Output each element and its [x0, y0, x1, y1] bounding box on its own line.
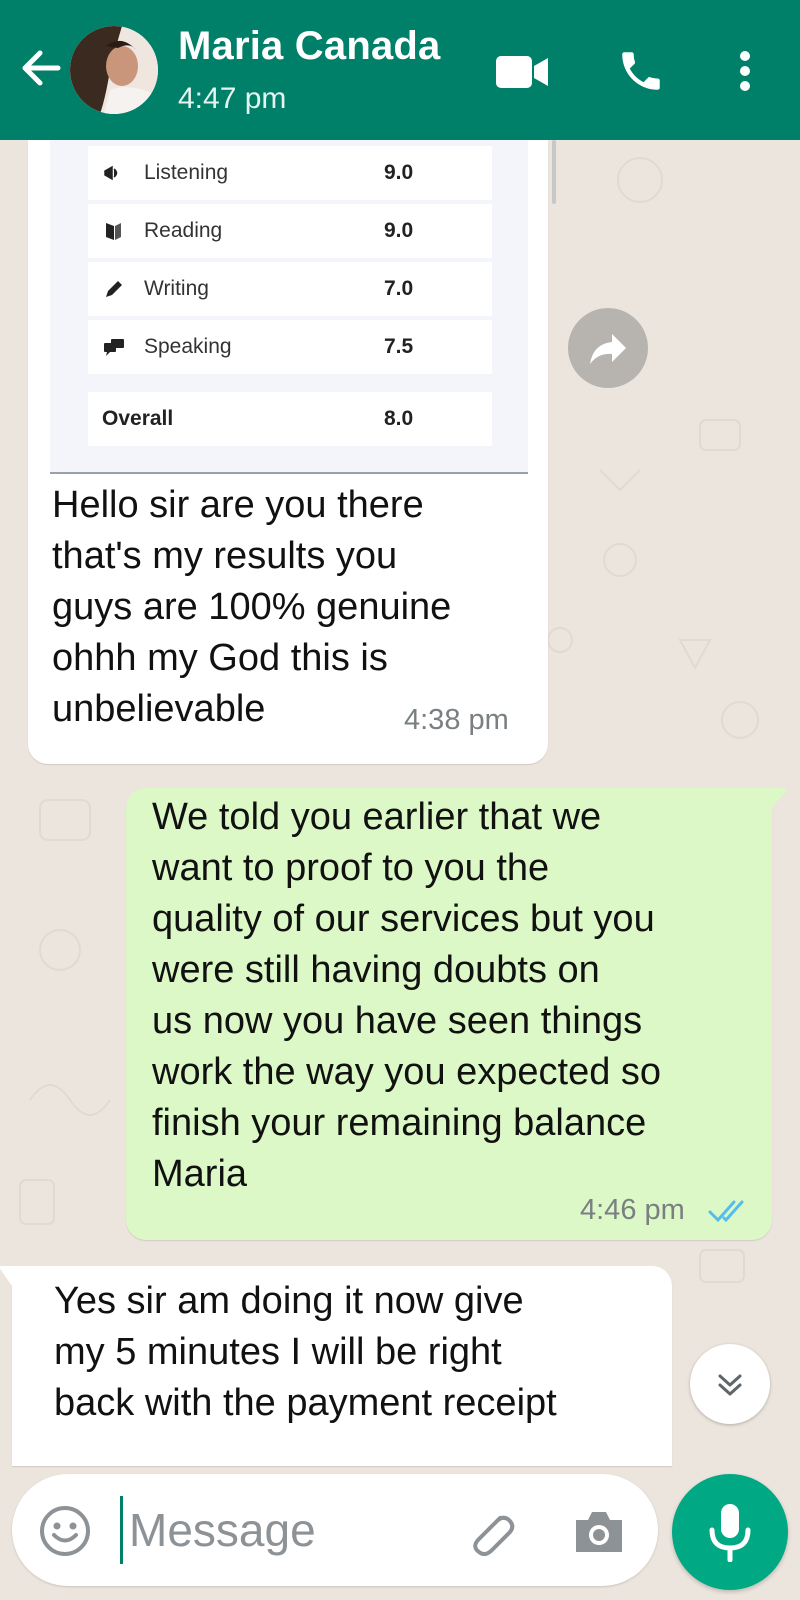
score-value: 7.5: [384, 335, 414, 358]
overall-label: Overall: [102, 407, 174, 430]
message-line: back with the payment receipt: [54, 1382, 557, 1424]
microphone-icon: [709, 1504, 751, 1562]
score-row-writing: Writing 7.0: [88, 262, 492, 316]
message-input[interactable]: [120, 1496, 449, 1564]
message-line: guys are 100% genuine: [52, 586, 452, 628]
message-line: Maria: [152, 1153, 248, 1195]
message-composer: [12, 1474, 658, 1586]
message-text: Hello sir are you there that's my result…: [52, 480, 451, 735]
score-label: Speaking: [144, 335, 232, 358]
writing-icon: [102, 277, 126, 301]
message-line: We told you earlier that we: [152, 796, 602, 838]
overall-value: 8.0: [384, 407, 414, 430]
camera-icon[interactable]: [572, 1508, 626, 1556]
voice-call-icon[interactable]: [616, 46, 666, 96]
emoji-icon[interactable]: [38, 1504, 92, 1558]
message-time: 4:46 pm: [580, 1194, 685, 1226]
message-line: finish your remaining balance: [152, 1102, 647, 1144]
avatar[interactable]: [70, 26, 158, 114]
message-line: want to proof to you the: [152, 847, 550, 889]
forward-button[interactable]: [568, 308, 648, 388]
video-call-icon[interactable]: [494, 50, 550, 94]
score-label: Writing: [144, 277, 209, 300]
outgoing-message-bubble[interactable]: We told you earlier that we want to proo…: [126, 788, 788, 1240]
score-row-overall: Overall 8.0: [88, 392, 492, 446]
microphone-button[interactable]: [672, 1474, 788, 1590]
incoming-message-bubble[interactable]: Listening 9.0 Reading 9.0 Writing 7.0 Sp…: [28, 140, 556, 764]
score-value: 9.0: [384, 219, 414, 242]
forward-icon: [590, 334, 626, 364]
incoming-message-bubble[interactable]: Yes sir am doing it now give my 5 minute…: [0, 1266, 672, 1466]
read-receipt-icon: [708, 1196, 752, 1226]
bubble-tail: [0, 1266, 12, 1286]
score-value: 7.0: [384, 277, 414, 300]
speaking-icon: [102, 335, 126, 359]
contact-name[interactable]: Maria Canada: [178, 24, 441, 69]
message-text: Yes sir am doing it now give my 5 minute…: [54, 1276, 557, 1429]
message-line: Hello sir are you there: [52, 484, 424, 526]
message-line: work the way you expected so: [152, 1051, 662, 1093]
message-line: my 5 minutes I will be right: [54, 1331, 502, 1373]
last-seen-status: 4:47 pm: [178, 82, 287, 115]
message-line: Yes sir am doing it now give: [54, 1280, 524, 1322]
scroll-to-bottom-button[interactable]: [690, 1344, 770, 1424]
score-row-listening: Listening 9.0: [88, 146, 492, 200]
back-arrow-icon[interactable]: [14, 40, 70, 96]
score-row-speaking: Speaking 7.5: [88, 320, 492, 374]
message-line: us now you have seen things: [152, 1000, 643, 1042]
image-scrollbar: [552, 140, 556, 204]
message-time: 4:38 pm: [404, 704, 509, 736]
reading-icon: [102, 219, 126, 243]
message-text: We told you earlier that we want to proo…: [152, 792, 661, 1200]
results-image[interactable]: Listening 9.0 Reading 9.0 Writing 7.0 Sp…: [50, 140, 556, 474]
message-line: unbelievable: [52, 688, 266, 730]
double-chevron-down-icon: [718, 1374, 742, 1396]
score-value: 9.0: [384, 161, 414, 184]
score-row-reading: Reading 9.0: [88, 204, 492, 258]
score-label: Reading: [144, 219, 223, 242]
more-options-icon[interactable]: [730, 46, 760, 96]
listening-icon: [102, 161, 126, 185]
message-line: that's my results you: [52, 535, 398, 577]
message-line: were still having doubts on: [152, 949, 600, 991]
message-line: ohhh my God this is: [52, 637, 388, 679]
chat-header: Maria Canada 4:47 pm: [0, 0, 800, 140]
score-label: Listening: [144, 161, 229, 184]
bubble-tail: [772, 788, 788, 808]
message-line: quality of our services but you: [152, 898, 655, 940]
paperclip-icon[interactable]: [462, 1504, 520, 1562]
